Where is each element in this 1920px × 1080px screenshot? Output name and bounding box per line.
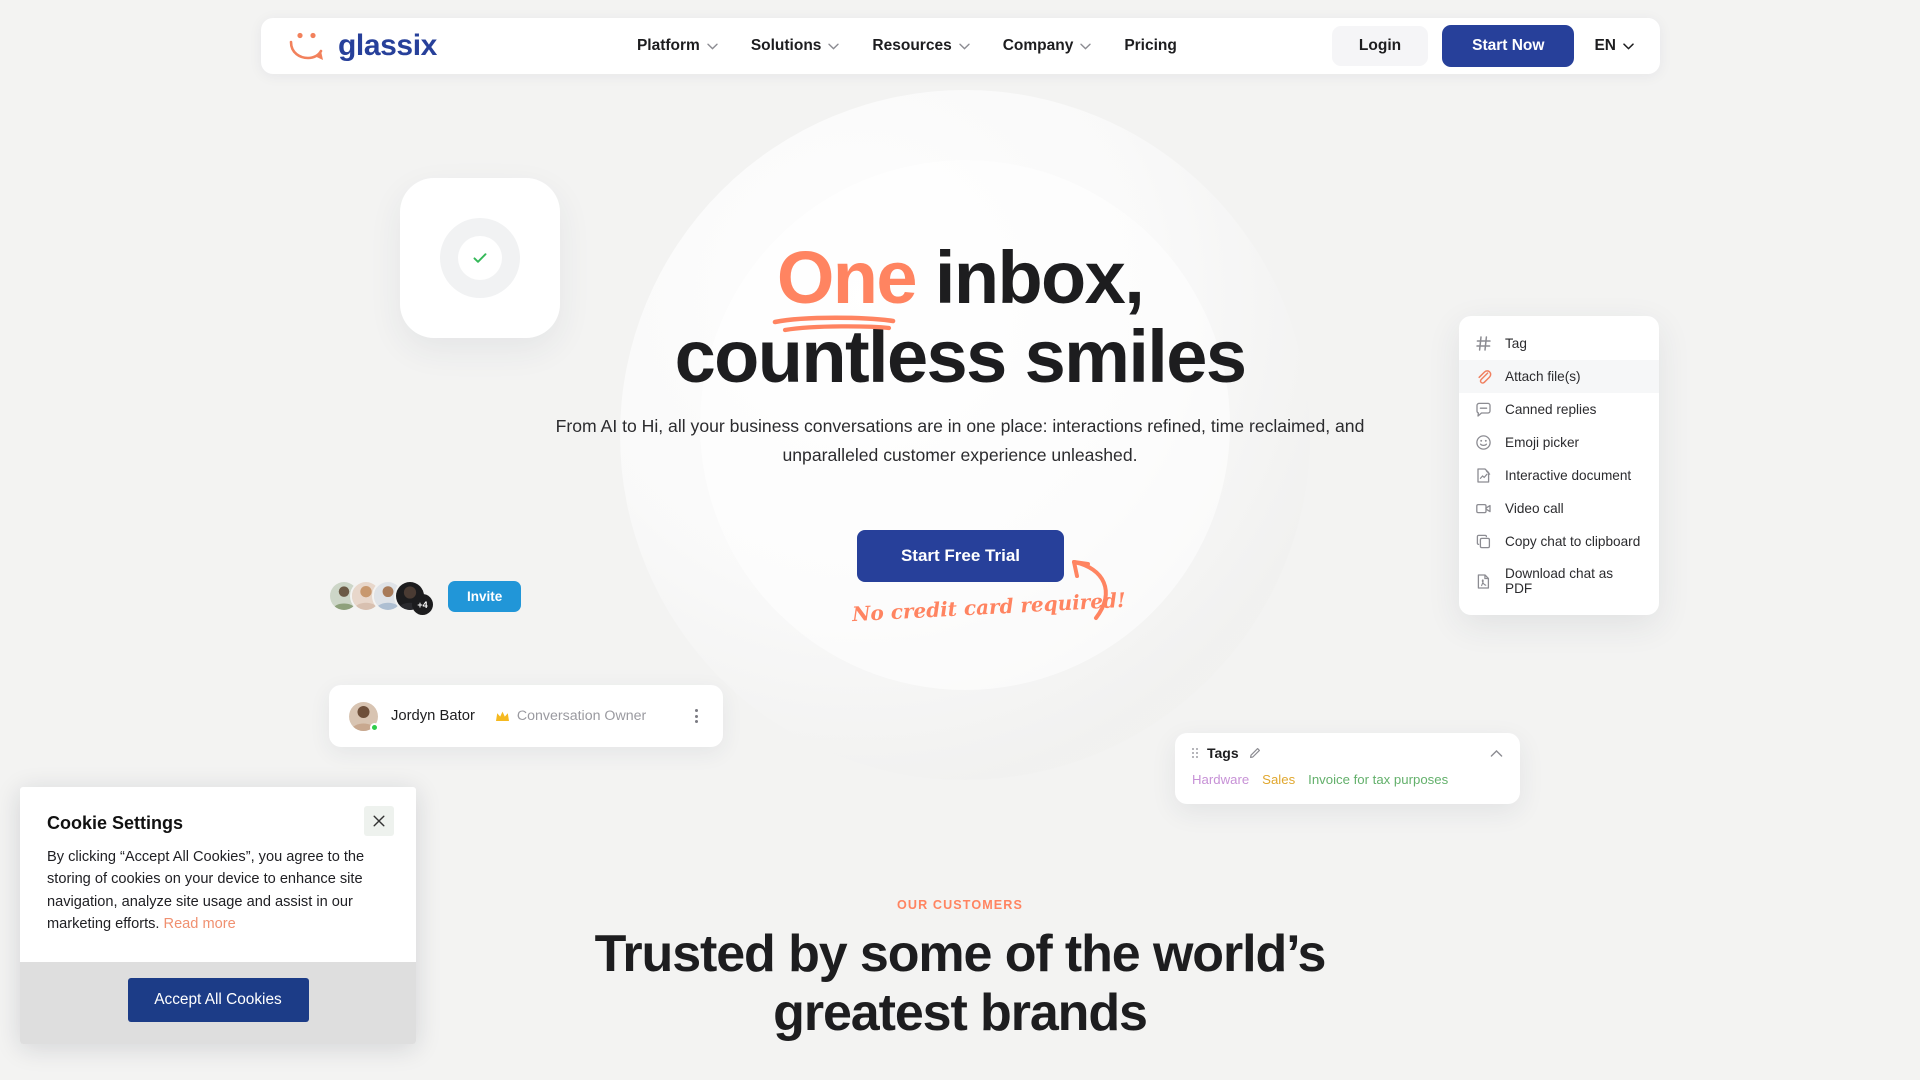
chevron-up-icon[interactable] <box>1490 749 1503 758</box>
crown-icon <box>495 711 509 721</box>
menu-item-label: Canned replies <box>1505 402 1597 417</box>
chevron-down-icon <box>828 43 840 50</box>
menu-item-emoji-picker[interactable]: Emoji picker <box>1459 426 1659 459</box>
menu-item-interactive-document[interactable]: Interactive document <box>1459 459 1659 492</box>
start-now-button[interactable]: Start Now <box>1442 25 1575 67</box>
start-free-trial-button[interactable]: Start Free Trial <box>857 530 1064 582</box>
customers-title: Trusted by some of the world’s greatest … <box>410 925 1510 1043</box>
nav-item-pricing[interactable]: Pricing <box>1124 37 1177 55</box>
chevron-down-icon <box>958 43 970 50</box>
landing-page: glassix Platform Solutions Resources Com… <box>0 0 1920 1080</box>
smiley-icon <box>1476 435 1491 450</box>
avatar <box>349 701 379 732</box>
nav-item-resources[interactable]: Resources <box>872 37 970 55</box>
menu-item-label: Interactive document <box>1505 468 1632 483</box>
hand-underline-decoration <box>772 315 896 333</box>
pdf-file-icon <box>1477 573 1490 589</box>
edit-pencil-icon[interactable] <box>1248 746 1262 760</box>
glassix-smiley-icon <box>289 32 323 60</box>
nav-label: Company <box>1002 37 1074 54</box>
cookie-dialog-text: By clicking “Accept All Cookies”, you ag… <box>47 846 377 936</box>
dot <box>695 714 698 718</box>
copy-icon <box>1476 534 1491 549</box>
menu-item-video-call[interactable]: Video call <box>1459 492 1659 525</box>
nav-item-solutions[interactable]: Solutions <box>751 37 840 55</box>
chevron-down-icon <box>707 43 718 50</box>
cookie-dialog-footer: Accept All Cookies <box>20 961 416 1044</box>
tags-list: Hardware Sales Invoice for tax purposes <box>1192 772 1503 787</box>
menu-item-label: Emoji picker <box>1505 435 1580 450</box>
menu-item-tag[interactable]: Tag <box>1459 327 1659 360</box>
header-actions: Login Start Now EN <box>1331 25 1634 67</box>
dot <box>695 709 698 712</box>
accept-all-cookies-button[interactable]: Accept All Cookies <box>127 977 309 1022</box>
conversation-owner-card: Jordyn Bator Conversation Owner <box>329 685 723 747</box>
hero-subtitle: From AI to Hi, all your business convers… <box>555 416 1365 465</box>
check-ring-inner <box>458 236 502 280</box>
menu-item-download-chat-as-pdf[interactable]: Download chat as PDF <box>1459 558 1659 604</box>
avatar-overflow-badge: +4 <box>412 594 433 615</box>
menu-item-attach-files[interactable]: Attach file(s) <box>1459 360 1659 393</box>
curved-arrow-icon <box>1072 560 1108 620</box>
menu-item-copy-chat-to-clipboard[interactable]: Copy chat to clipboard <box>1459 525 1659 558</box>
customers-title-line-2: greatest brands <box>773 983 1148 1042</box>
language-label: EN <box>1594 37 1616 54</box>
read-more-link[interactable]: Read more <box>164 916 236 932</box>
tag-chip[interactable]: Hardware <box>1192 772 1249 787</box>
close-button[interactable] <box>364 806 394 836</box>
team-avatars-row: +4 Invite <box>328 580 522 615</box>
paperclip-icon <box>1478 370 1492 384</box>
menu-item-label: Download chat as PDF <box>1505 566 1614 596</box>
main-navigation: Platform Solutions Resources Company Pri… <box>637 37 1177 55</box>
nav-label: Pricing <box>1124 37 1177 54</box>
hash-icon <box>1476 336 1491 351</box>
chat-bubble-icon <box>1476 402 1491 417</box>
drag-handle-icon[interactable] <box>1192 748 1198 758</box>
nav-label: Solutions <box>750 37 822 54</box>
headline-rest: inbox, <box>915 236 1145 319</box>
invite-button[interactable]: Invite <box>448 580 522 612</box>
dot <box>695 720 698 723</box>
tags-panel: Tags Hardware Sales Invoice for tax purp… <box>1175 733 1520 804</box>
nav-item-company[interactable]: Company <box>1003 37 1092 55</box>
chevron-down-icon <box>1080 43 1092 50</box>
cookie-dialog-body: Cookie Settings By clicking “Accept All … <box>20 787 416 962</box>
menu-item-canned-replies[interactable]: Canned replies <box>1459 393 1659 426</box>
login-button[interactable]: Login <box>1331 26 1429 66</box>
owner-role-label: Conversation Owner <box>516 708 647 724</box>
video-camera-icon <box>1476 503 1491 514</box>
headline-highlight-word: One <box>772 238 918 333</box>
tags-panel-title: Tags <box>1207 745 1239 761</box>
chevron-down-icon <box>1623 42 1634 50</box>
tags-panel-header: Tags <box>1192 745 1503 761</box>
tag-chip[interactable]: Invoice for tax purposes <box>1308 772 1448 787</box>
checkmark-icon <box>473 253 487 263</box>
customers-title-line-1: Trusted by some of the world’s <box>594 925 1327 983</box>
check-ring-outer <box>440 218 520 298</box>
owner-name: Jordyn Bator <box>391 708 475 724</box>
nav-label: Platform <box>636 37 700 54</box>
cookie-dialog-title: Cookie Settings <box>47 813 184 833</box>
logo-text: glassix <box>338 29 437 62</box>
headline-line-2: countless smiles <box>674 315 1247 399</box>
avatar-stack: +4 <box>328 580 433 615</box>
site-header: glassix Platform Solutions Resources Com… <box>261 18 1660 74</box>
menu-item-label: Tag <box>1505 336 1527 351</box>
menu-item-label: Copy chat to clipboard <box>1505 534 1641 549</box>
language-selector[interactable]: EN <box>1594 37 1634 55</box>
status-check-card <box>400 178 560 338</box>
document-edit-icon <box>1477 468 1491 483</box>
menu-item-label: Attach file(s) <box>1505 369 1581 384</box>
chat-actions-menu: Tag Attach file(s) Canned replies Emoji … <box>1459 316 1659 615</box>
menu-item-label: Video call <box>1505 501 1564 516</box>
online-status-dot <box>370 722 379 732</box>
nav-label: Resources <box>872 37 952 54</box>
owner-role-group: Conversation Owner <box>495 708 646 724</box>
cookie-settings-dialog: Cookie Settings By clicking “Accept All … <box>20 787 416 1044</box>
close-icon <box>373 815 385 827</box>
logo[interactable]: glassix <box>287 29 437 63</box>
nav-item-platform[interactable]: Platform <box>637 37 718 55</box>
owner-more-options-button[interactable] <box>690 704 703 728</box>
tag-chip[interactable]: Sales <box>1262 772 1295 787</box>
